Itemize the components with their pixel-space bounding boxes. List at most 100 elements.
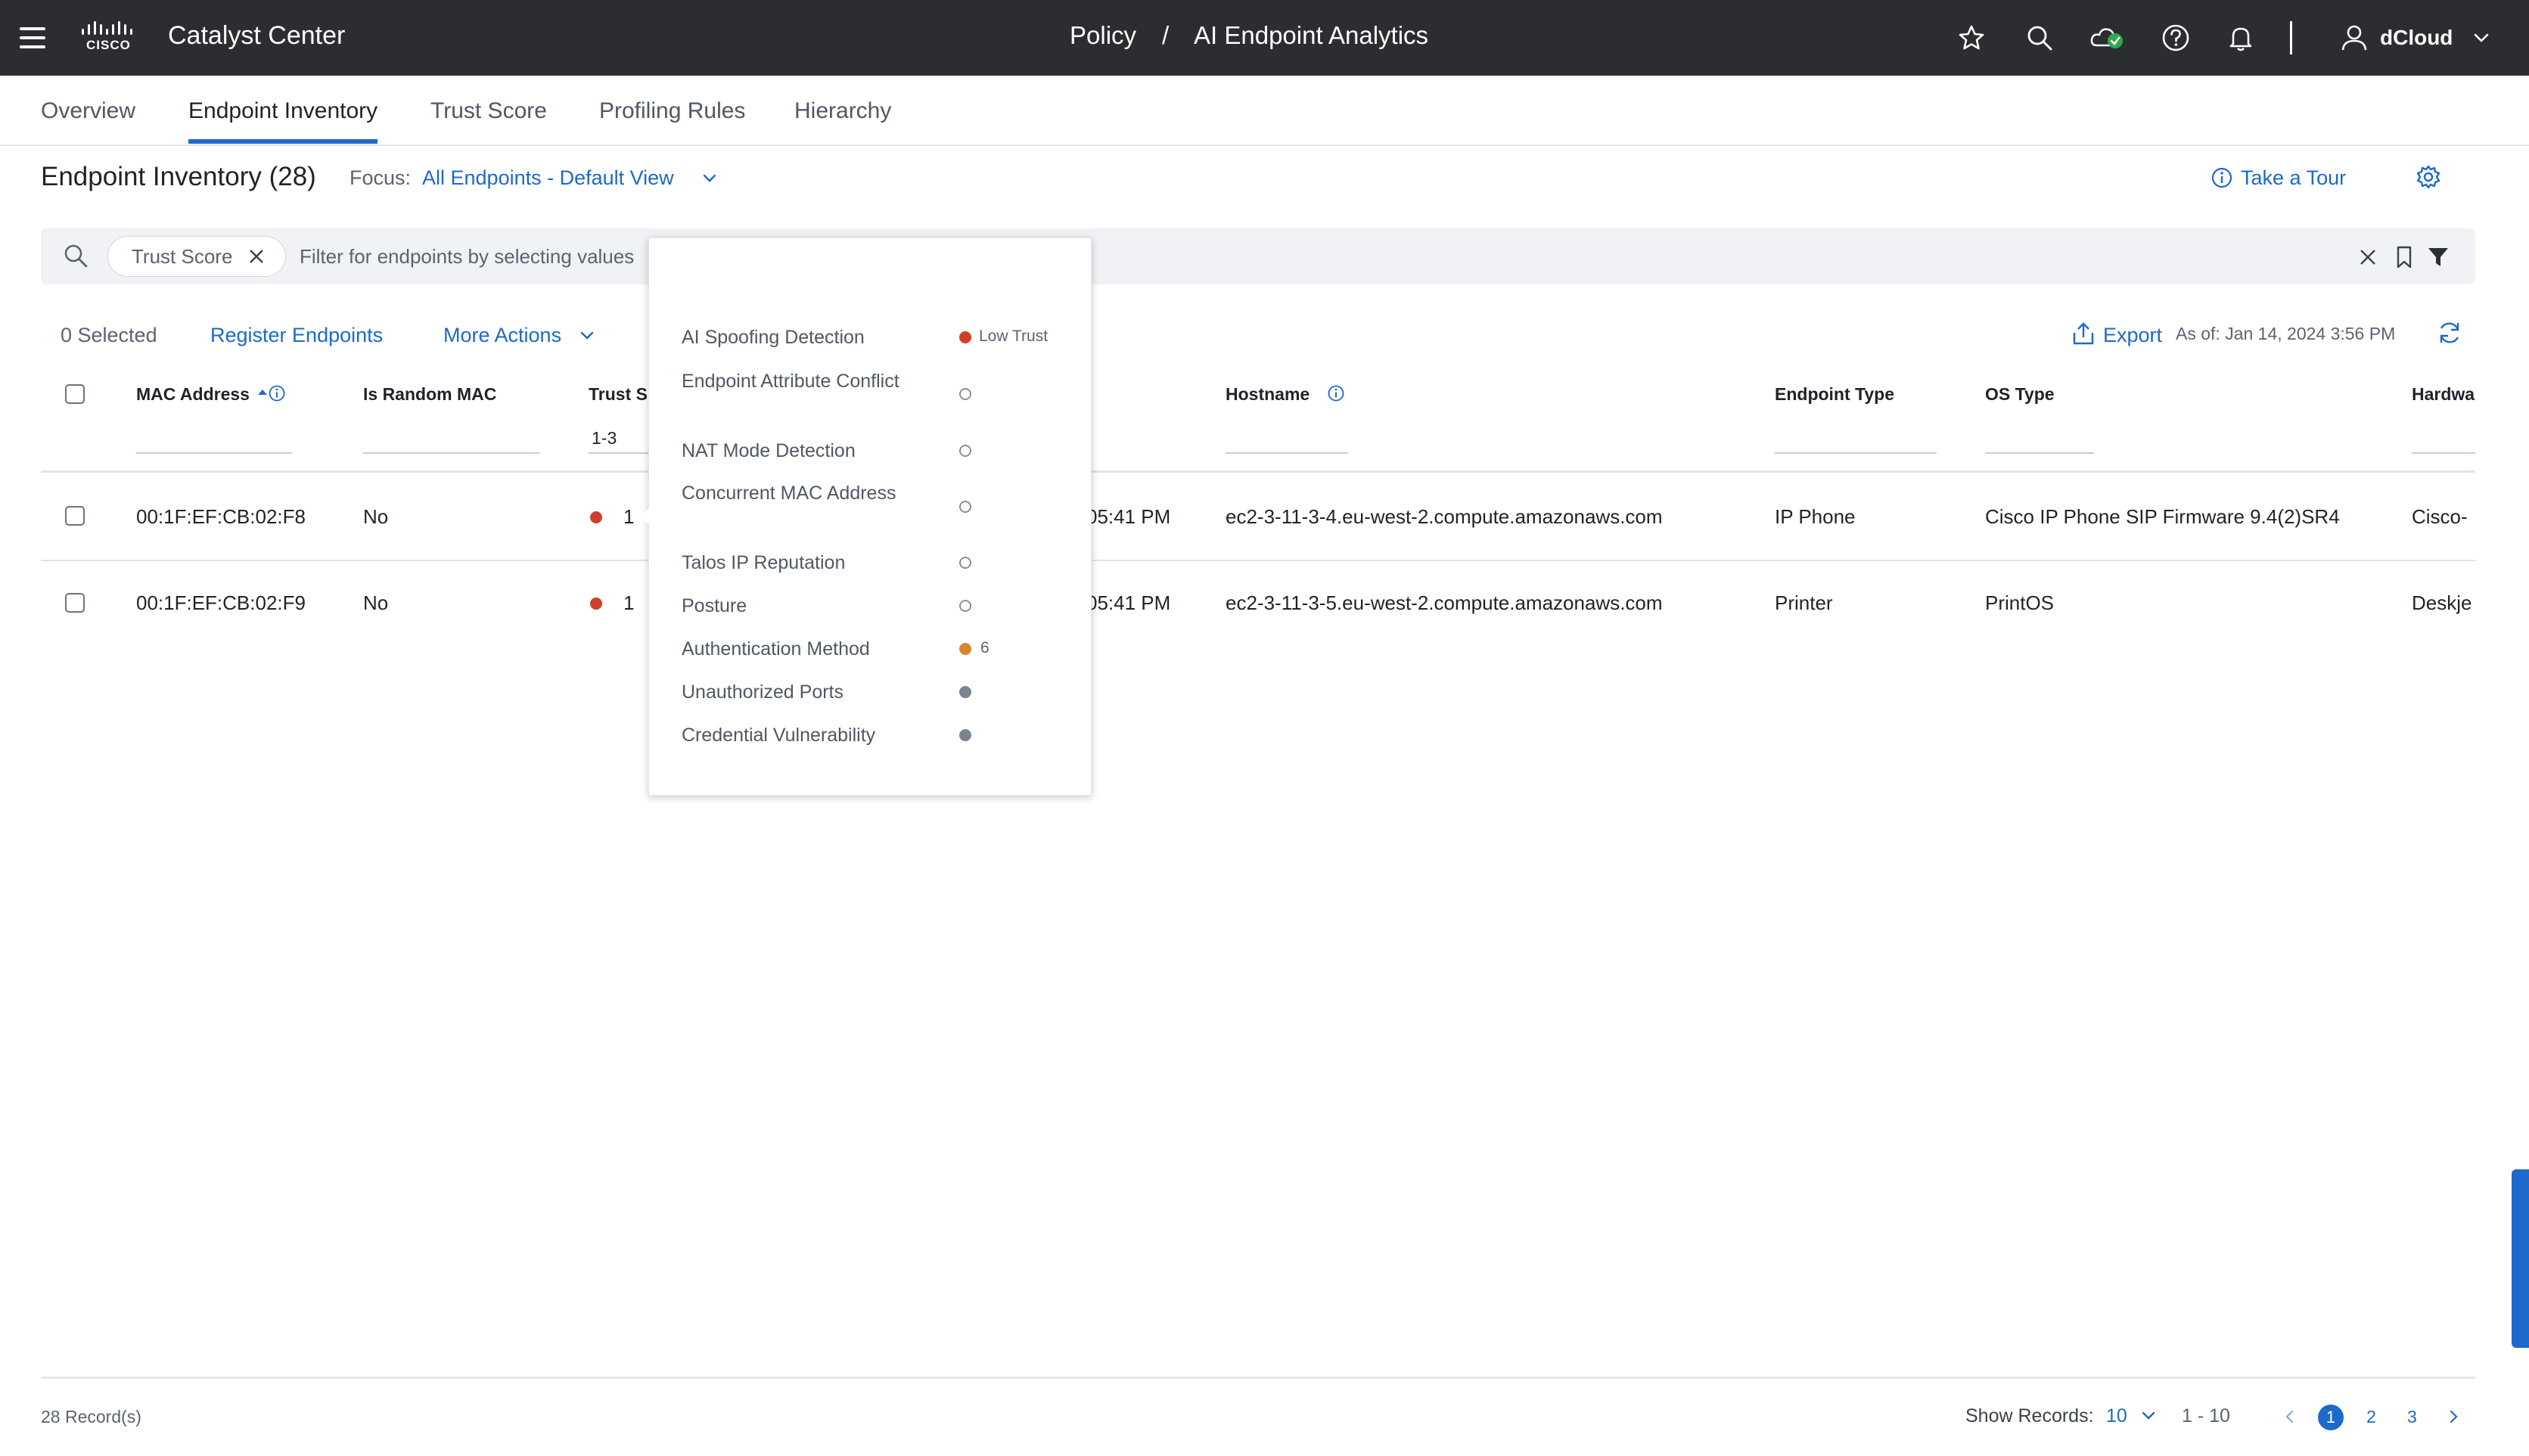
header-divider [41,470,2475,473]
os-type-column-filter[interactable] [1985,452,2094,454]
random-mac-column-filter[interactable] [363,452,540,454]
page-breadcrumb-title: AI Endpoint Analytics [1194,21,1429,49]
table-row[interactable]: 00:1F:EF:CB:02:F8 No 1 05:41 PM ec2-3-11… [41,473,2475,560]
search-icon[interactable] [2024,23,2055,53]
app-title: Catalyst Center [168,21,346,50]
os-type-value: Cisco IP Phone SIP Firmware 9.4(2)SR4 [1985,505,2340,528]
export-button[interactable]: Export [2103,324,2162,347]
not-applicable-dot [959,729,971,741]
column-mac-address[interactable]: MAC Address [136,384,250,405]
show-records-select[interactable]: 10 [2106,1405,2127,1427]
column-os-type[interactable]: OS Type [1985,384,2055,405]
trust-score-link[interactable]: 1 [623,591,634,615]
focus-chevron-icon[interactable] [701,169,719,188]
show-records-label: Show Records: [1965,1405,2094,1427]
info-icon[interactable] [2211,166,2233,189]
side-feedback-tab[interactable] [2512,1169,2529,1348]
endpoint-type-value: IP Phone [1775,505,1856,528]
column-is-random-mac[interactable]: Is Random MAC [363,384,496,405]
last-updated-time: 05:41 PM [1086,505,1171,528]
trust-score-column-filter[interactable]: 1-3 [592,428,617,449]
tab-profiling-rules[interactable]: Profiling Rules [599,98,745,124]
hardware-value: Deskje [2412,591,2472,614]
no-data-dot [959,501,971,513]
menu-icon[interactable] [20,27,45,48]
filter-input[interactable]: Filter for endpoints by selecting values [300,245,634,269]
next-page-icon[interactable] [2445,1408,2462,1425]
is-random-mac-value: No [363,505,389,528]
page-1-button[interactable]: 1 [2318,1405,2344,1430]
popover-item-label: Concurrent MAC Address [682,483,896,504]
popover-item-label: Talos IP Reputation [682,552,846,573]
hostname-column-filter[interactable] [1226,452,1348,454]
column-endpoint-type[interactable]: Endpoint Type [1775,384,1894,405]
popover-item-label: NAT Mode Detection [682,440,856,461]
popover-item-label: Authentication Method [682,638,870,660]
endpoint-type-column-filter[interactable] [1775,452,1937,454]
hostname-info-icon[interactable] [1327,384,1345,402]
user-avatar-icon[interactable] [2339,23,2369,53]
active-tab-indicator [188,139,377,144]
tab-trust-score[interactable]: Trust Score [430,98,547,124]
cisco-logo: CISCO [79,21,141,54]
cloud-status-icon[interactable] [2089,23,2126,53]
chevron-down-icon[interactable] [2471,27,2492,48]
help-icon[interactable] [2161,23,2191,53]
top-bar: CISCO Catalyst Center Policy / AI Endpoi… [0,0,2529,76]
breadcrumb-root[interactable]: Policy [1070,21,1136,50]
as-of-timestamp: As of: Jan 14, 2024 3:56 PM [2176,324,2396,343]
popover-item-label: Credential Vulnerability [682,725,876,746]
no-data-dot [959,445,971,457]
tab-hierarchy[interactable]: Hierarchy [794,98,891,124]
chip-close-icon[interactable] [247,247,266,266]
page-range: 1 - 10 [2182,1405,2230,1427]
more-actions-button[interactable]: More Actions [443,324,561,347]
mac-column-filter[interactable] [136,452,292,454]
clear-filter-icon[interactable] [2357,247,2378,268]
selected-count: 0 Selected [61,324,157,346]
breadcrumb-separator: / [1162,21,1170,49]
mac-address-link[interactable]: 00:1F:EF:CB:02:F9 [136,591,306,615]
page-3-button[interactable]: 3 [2407,1407,2417,1427]
popover-item-label: Unauthorized Ports [682,681,844,703]
focus-dropdown[interactable]: All Endpoints - Default View [422,166,674,190]
tab-overview[interactable]: Overview [41,98,135,124]
select-all-checkbox[interactable] [65,384,85,404]
table-row[interactable]: 00:1F:EF:CB:02:F9 No 1 05:41 PM ec2-3-11… [41,561,2475,641]
row-checkbox[interactable] [65,593,85,613]
more-actions-chevron-icon[interactable] [578,327,596,345]
no-data-dot [959,600,971,612]
settings-gear-icon[interactable] [2415,163,2442,191]
page-2-button[interactable]: 2 [2366,1407,2376,1427]
notification-bell-icon[interactable] [2226,23,2256,53]
trust-score-link[interactable]: 1 [623,505,634,529]
popover-item-label: Endpoint Attribute Conflict [682,371,899,392]
export-icon[interactable] [2071,321,2096,346]
register-endpoints-button[interactable]: Register Endpoints [210,324,383,347]
page-1-label: 1 [2325,1408,2336,1427]
refresh-icon[interactable] [2436,319,2463,346]
focus-label: Focus: [350,166,412,189]
not-applicable-dot [959,686,971,698]
low-trust-dot [959,331,971,343]
row-checkbox[interactable] [65,506,85,526]
prev-page-icon[interactable] [2282,1408,2298,1425]
column-hardware[interactable]: Hardwa [2412,384,2475,405]
hardware-column-filter[interactable] [2412,452,2475,454]
tab-endpoint-inventory[interactable]: Endpoint Inventory [188,98,377,124]
medium-trust-dot [959,643,971,655]
user-name[interactable]: dCloud [2380,26,2453,50]
show-records-chevron-icon[interactable] [2139,1407,2158,1425]
star-icon[interactable] [1956,23,1987,53]
trust-score-breakdown-popover: AI Spoofing Detection Low Trust Endpoint… [648,237,1092,796]
mac-address-link[interactable]: 00:1F:EF:CB:02:F8 [136,505,306,529]
mac-info-icon[interactable] [268,384,286,402]
filter-funnel-icon[interactable] [2427,245,2450,269]
column-hostname[interactable]: Hostname [1226,384,1310,405]
hostname-value: ec2-3-11-3-4.eu-west-2.compute.amazonaws… [1226,505,1663,528]
bookmark-icon[interactable] [2394,245,2415,269]
column-trust-score[interactable]: Trust S [589,384,648,405]
divider [2290,21,2292,54]
take-a-tour-link[interactable]: Take a Tour [2241,166,2346,190]
page-title: Endpoint Inventory (28) [41,162,316,191]
